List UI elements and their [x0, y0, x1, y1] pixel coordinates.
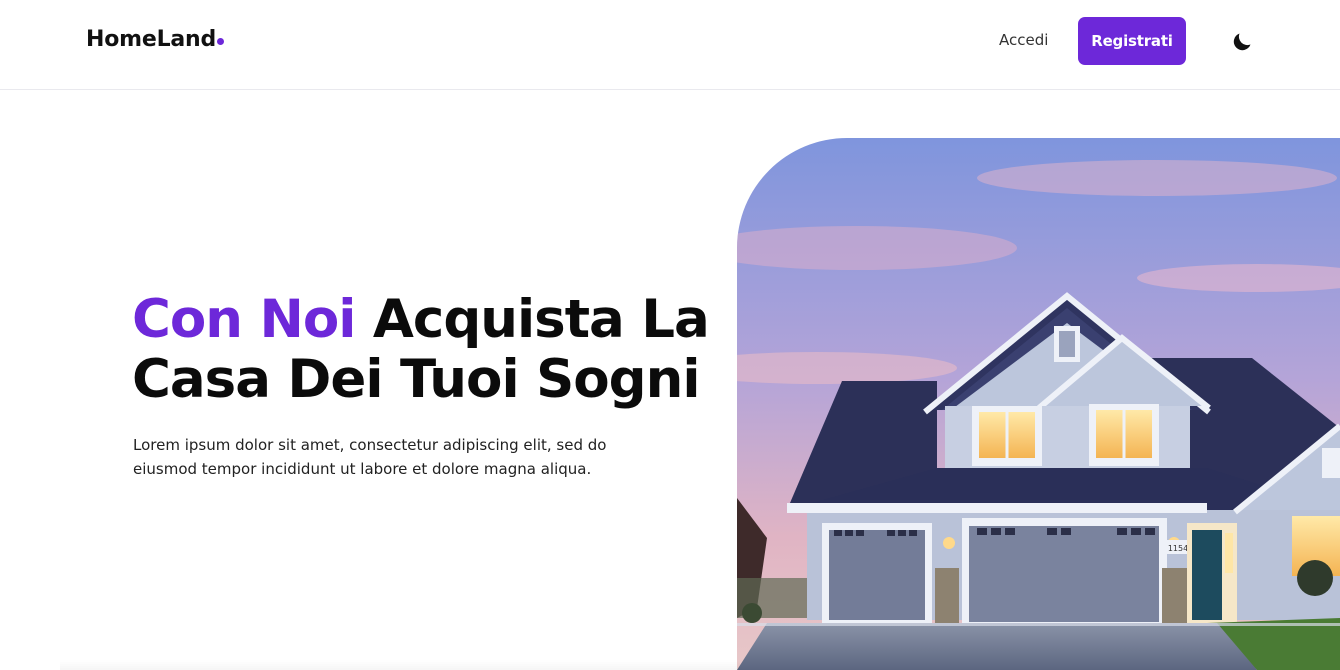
- hero-title-accent: Con Noi: [132, 289, 356, 350]
- site-header: HomeLand Accedi Registrati: [0, 0, 1340, 90]
- brand-name: HomeLand: [86, 27, 217, 52]
- brand-dot: [217, 38, 225, 45]
- moon-icon: [1233, 33, 1251, 51]
- brand-logo[interactable]: HomeLand: [86, 27, 225, 52]
- register-button[interactable]: Registrati: [1078, 17, 1186, 65]
- theme-toggle-button[interactable]: [1228, 28, 1256, 56]
- hero-house-image: 1154: [737, 138, 1340, 670]
- hero-title: Con Noi Acquista La Casa Dei Tuoi Sogni: [132, 290, 732, 410]
- hero-description: Lorem ipsum dolor sit amet, consectetur …: [133, 436, 607, 478]
- section-divider-shadow: [60, 660, 740, 670]
- login-link[interactable]: Accedi: [999, 31, 1048, 49]
- house-number: 1154: [1168, 544, 1188, 553]
